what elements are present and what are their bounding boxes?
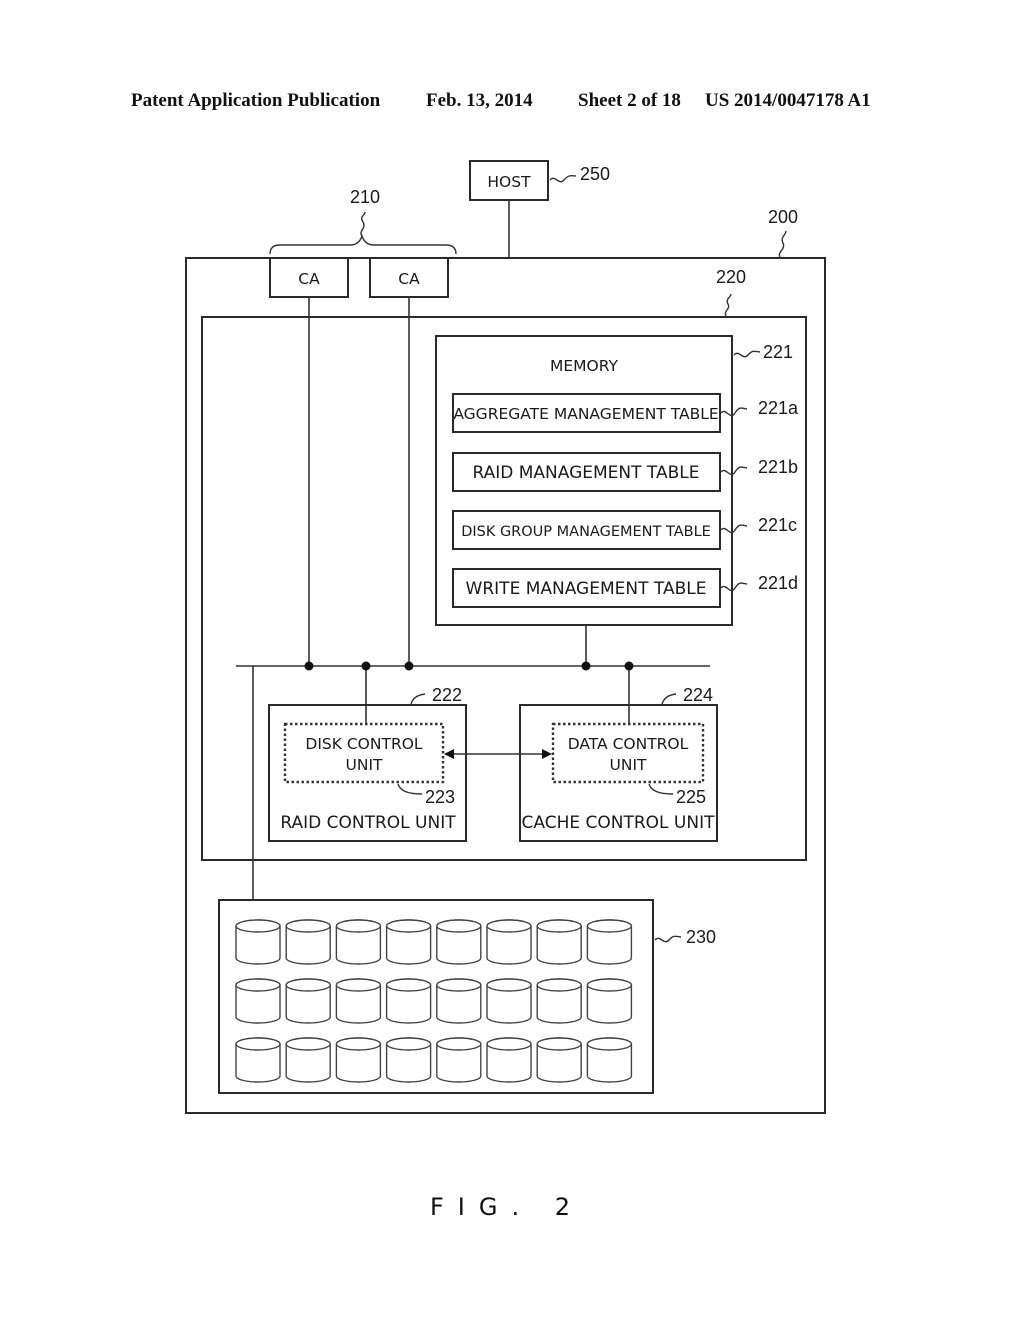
raid-control-label: RAID CONTROL UNIT xyxy=(280,813,456,833)
disk-drive-icon xyxy=(536,1037,582,1083)
disk-drive-icon xyxy=(235,978,281,1024)
disk-drive-icon xyxy=(285,919,331,965)
controller-ref: 220 xyxy=(716,267,746,287)
block-diagram: HOST 250 200 210 CA CA 220 MEMORY 221 AG… xyxy=(185,160,826,1221)
memory-label: MEMORY xyxy=(550,357,619,375)
host-ref: 250 xyxy=(580,164,610,184)
table-raid-management: RAID MANAGEMENT TABLE 221b xyxy=(452,452,798,492)
table-ref: 221b xyxy=(758,457,798,477)
table-aggregate-management: AGGREGATE MANAGEMENT TABLE 221a xyxy=(452,393,799,433)
ca-2-label: CA xyxy=(398,270,420,288)
bus-junction xyxy=(581,661,591,671)
memory-block: MEMORY 221 AGGREGATE MANAGEMENT TABLE 22… xyxy=(435,335,799,626)
storage-apparatus: 200 xyxy=(185,207,826,1114)
memory-ref: 221 xyxy=(763,342,793,362)
bus-junction xyxy=(304,661,314,671)
disk-array-ref: 230 xyxy=(686,927,716,947)
ref-leader xyxy=(549,174,577,183)
table-label: DISK GROUP MANAGEMENT TABLE xyxy=(461,524,711,540)
disk-array: 230 xyxy=(218,899,716,1094)
host-label: HOST xyxy=(487,173,531,191)
table-disk-group-management: DISK GROUP MANAGEMENT TABLE 221c xyxy=(452,510,797,550)
disk-drive-icon xyxy=(586,1037,633,1083)
data-control-label-1: DATA CONTROL xyxy=(568,735,689,753)
table-label: AGGREGATE MANAGEMENT TABLE xyxy=(453,405,718,423)
disk-drive-icon xyxy=(385,978,432,1024)
cache-control-unit: 224 DATA CONTROL UNIT 225 CACHE CONTROL … xyxy=(519,685,718,842)
brace xyxy=(269,233,457,255)
ca-1-label: CA xyxy=(298,270,320,288)
disk-drive-icon xyxy=(486,1037,532,1083)
host-block: HOST 250 xyxy=(469,160,610,201)
disk-control-ref: 223 xyxy=(425,787,455,807)
raid-control-unit: 222 DISK CONTROL UNIT 223 RAID CONTROL U… xyxy=(268,685,467,842)
channel-adapters: 210 CA CA xyxy=(269,187,457,298)
disk-drive-icon xyxy=(285,1037,331,1083)
disk-drive-icon xyxy=(385,1037,432,1083)
table-label: WRITE MANAGEMENT TABLE xyxy=(466,579,707,599)
disk-drive-icon xyxy=(586,978,633,1024)
table-ref: 221d xyxy=(758,573,798,593)
table-write-management: WRITE MANAGEMENT TABLE 221d xyxy=(452,568,798,608)
disk-drive-icon xyxy=(335,978,382,1024)
ca-group-ref: 210 xyxy=(350,187,380,207)
table-ref: 221a xyxy=(758,398,799,418)
disk-drive-icon xyxy=(436,919,482,965)
storage-ref: 200 xyxy=(768,207,798,227)
data-control-label-2: UNIT xyxy=(610,756,648,774)
disk-drive-icon xyxy=(436,978,482,1024)
raid-control-ref: 222 xyxy=(432,685,462,705)
table-ref: 221c xyxy=(758,515,797,535)
disk-drive-icon xyxy=(235,919,281,965)
disk-drive-icon xyxy=(536,919,582,965)
data-control-ref: 225 xyxy=(676,787,706,807)
disk-drive-icon xyxy=(436,1037,482,1083)
disk-drive-icon xyxy=(285,978,331,1024)
cache-control-label: CACHE CONTROL UNIT xyxy=(522,813,716,833)
disk-drive-icon xyxy=(235,1037,281,1083)
disk-drive-icon xyxy=(385,919,432,965)
bus-junction xyxy=(361,661,371,671)
bus-junction xyxy=(404,661,414,671)
controller-module: 220 xyxy=(201,267,807,861)
disk-drive-icon xyxy=(486,978,532,1024)
disk-control-label-2: UNIT xyxy=(346,756,384,774)
bidirectional-arrow xyxy=(444,749,552,759)
cache-control-ref: 224 xyxy=(683,685,713,705)
disk-drive-icon xyxy=(486,919,532,965)
disk-drive-icon xyxy=(335,1037,382,1083)
table-label: RAID MANAGEMENT TABLE xyxy=(472,463,699,483)
bus-junction xyxy=(624,661,634,671)
disk-drive-icon xyxy=(335,919,382,965)
disk-control-label-1: DISK CONTROL xyxy=(305,735,422,753)
disk-drive-icon xyxy=(586,919,633,965)
disk-drive-icon xyxy=(536,978,582,1024)
figure-caption: FIG. 2 xyxy=(430,1193,584,1221)
